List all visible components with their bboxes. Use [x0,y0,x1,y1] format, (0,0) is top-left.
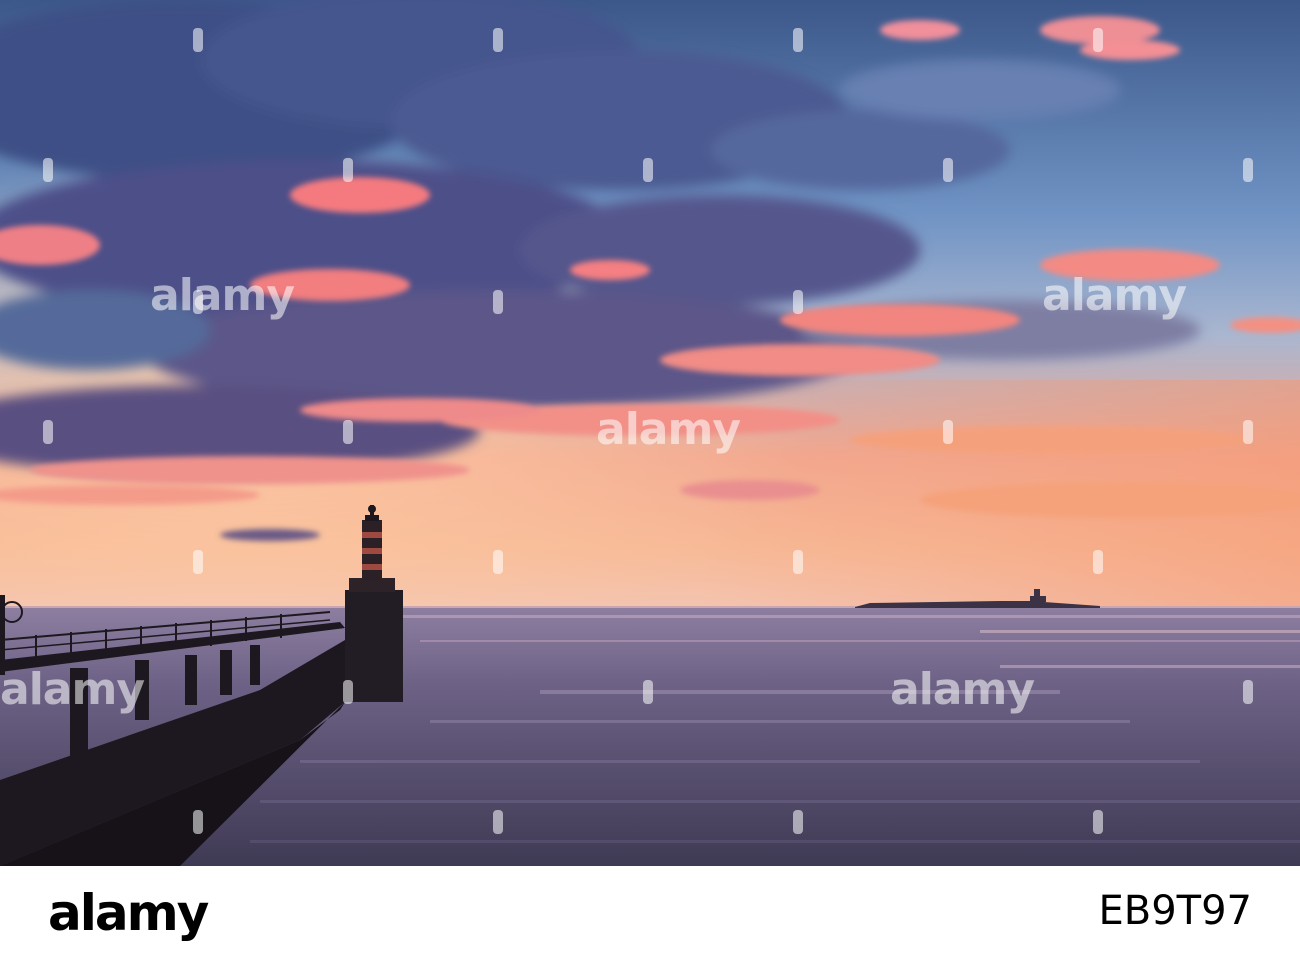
watermark-mark [1093,810,1103,834]
watermark-mark [43,158,53,182]
watermark-mark [943,158,953,182]
watermark-mark [793,810,803,834]
watermark-mark [493,290,503,314]
watermark-mark [643,158,653,182]
watermark-mark [1243,680,1253,704]
watermark-mark [343,680,353,704]
watermark-mark [1093,28,1103,52]
watermark-mark [493,550,503,574]
watermark-mark [343,158,353,182]
watermark-mark [1243,158,1253,182]
watermark-mark [643,680,653,704]
watermark-mark [193,290,203,314]
watermark-mark [1093,550,1103,574]
image-id: EB9T97 [1098,888,1253,934]
watermark-mark [193,28,203,52]
watermark-mark [793,290,803,314]
watermark-mark [493,28,503,52]
watermark-mark [43,420,53,444]
watermark-mark [1243,420,1253,444]
watermark-mark [493,810,503,834]
watermark-mark [193,550,203,574]
watermark-text: alamy [0,664,145,715]
watermark-text: alamy [890,664,1035,715]
alamy-logo: alamy [48,884,209,942]
footer-bar: alamy EB9T97 [0,866,1300,956]
watermark-mark [343,420,353,444]
watermark-mark [943,420,953,444]
watermark-mark [793,550,803,574]
watermark-text: alamy [596,404,741,455]
watermark-text: alamy [1042,270,1187,321]
watermark-mark [193,810,203,834]
watermark-mark [793,28,803,52]
watermark-text: alamy [150,270,295,321]
